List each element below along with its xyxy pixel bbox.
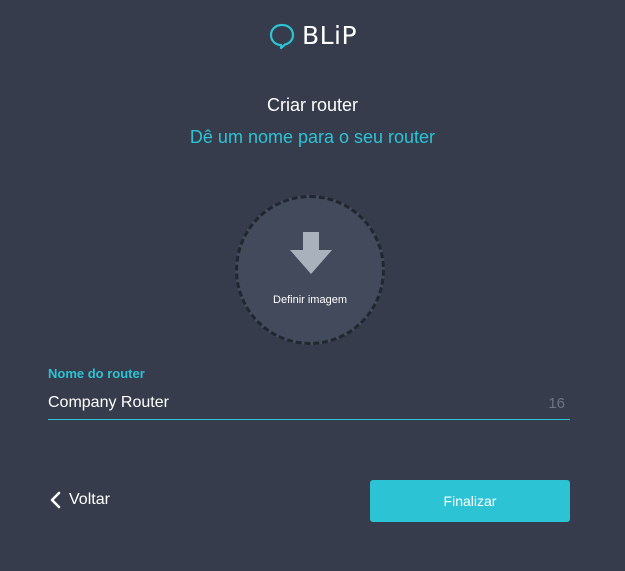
chat-bubble-icon [268,22,296,50]
char-counter: 16 [548,395,565,412]
arrow-down-icon [290,232,332,276]
back-button[interactable]: Voltar [48,490,110,510]
router-name-label: Nome do router [48,366,145,381]
chevron-left-icon [48,490,62,510]
back-label: Voltar [69,491,110,508]
router-name-field: Nome do router 16 [48,366,570,420]
set-image-label: Definir imagem [273,294,347,306]
page-subtitle: Dê um nome para o seu router [189,127,436,147]
page-title: Criar router [266,95,359,115]
brand-logo: BLiP [0,22,625,50]
logo-text: BLiP [301,21,358,50]
router-name-input[interactable] [48,392,518,414]
set-image-dropzone[interactable]: Definir imagem [235,195,385,345]
router-name-row: 16 [48,392,570,420]
finish-button[interactable]: Finalizar [370,480,570,522]
